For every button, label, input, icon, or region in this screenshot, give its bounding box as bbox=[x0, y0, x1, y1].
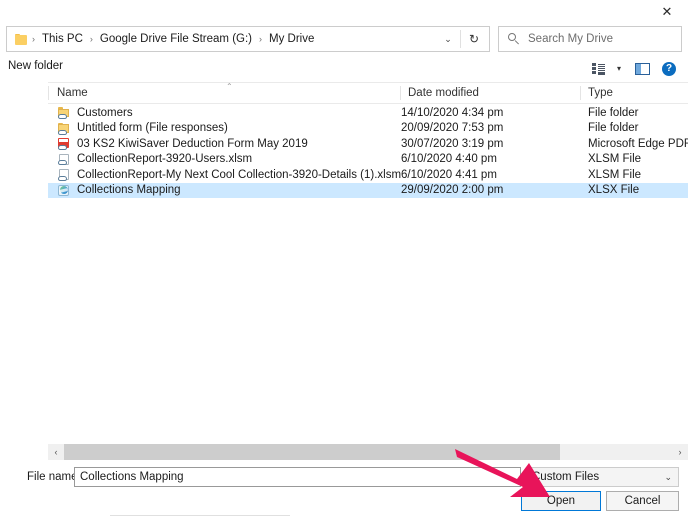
file-name-input[interactable]: Collections Mapping bbox=[74, 467, 521, 487]
scroll-left-icon[interactable]: ‹ bbox=[48, 444, 64, 460]
scroll-right-icon[interactable]: › bbox=[672, 444, 688, 460]
file-type-cell: Microsoft Edge PDF Do bbox=[588, 138, 688, 150]
table-row[interactable]: Customers 14/10/2020 4:34 pm File folder bbox=[48, 105, 688, 121]
list-view-icon bbox=[592, 63, 605, 74]
file-type-cell: File folder bbox=[588, 107, 688, 119]
breadcrumb-item-my-drive[interactable]: My Drive bbox=[267, 33, 316, 45]
help-icon: ? bbox=[662, 62, 676, 76]
preview-pane-icon bbox=[635, 63, 650, 75]
file-name-cell[interactable]: 03 KS2 KiwiSaver Deduction Form May 2019 bbox=[57, 137, 308, 150]
file-date-cell: 30/07/2020 3:19 pm bbox=[401, 138, 503, 150]
file-type-cell: XLSM File bbox=[588, 169, 688, 181]
search-input[interactable]: Search My Drive bbox=[498, 26, 682, 52]
xlsm-file-icon bbox=[57, 168, 70, 181]
file-name-cell[interactable]: CollectionReport-My Next Cool Collection… bbox=[57, 168, 401, 181]
dialog-titlebar: ✕ bbox=[0, 0, 688, 22]
column-divider bbox=[580, 86, 581, 100]
table-row[interactable]: Untitled form (File responses) 20/09/202… bbox=[48, 121, 688, 137]
cancel-button[interactable]: Cancel bbox=[606, 491, 679, 511]
file-name-label: Customers bbox=[77, 107, 133, 119]
table-row[interactable]: CollectionReport-3920-Users.xlsm 6/10/20… bbox=[48, 152, 688, 168]
chevron-down-icon: ▾ bbox=[617, 64, 621, 73]
folder-icon bbox=[57, 122, 70, 135]
file-date-cell: 14/10/2020 4:34 pm bbox=[401, 107, 503, 119]
file-name-cell[interactable]: Untitled form (File responses) bbox=[57, 122, 228, 135]
column-divider bbox=[48, 86, 49, 100]
open-file-dialog: ✕ › This PC › Google Drive File Stream (… bbox=[0, 0, 688, 515]
breadcrumb-item-google-drive[interactable]: Google Drive File Stream (G:) bbox=[98, 33, 254, 45]
horizontal-scrollbar[interactable]: ‹ › bbox=[48, 444, 688, 460]
view-options-caret[interactable]: ▾ bbox=[612, 58, 626, 79]
breadcrumb-separator: › bbox=[254, 34, 267, 44]
breadcrumb[interactable]: › This PC › Google Drive File Stream (G:… bbox=[6, 26, 490, 52]
column-header-type[interactable]: Type bbox=[588, 83, 613, 103]
address-bar: › This PC › Google Drive File Stream (G:… bbox=[6, 26, 682, 52]
file-type-cell: XLSM File bbox=[588, 153, 688, 165]
xlsx-file-icon bbox=[57, 184, 70, 197]
file-date-cell: 29/09/2020 2:00 pm bbox=[401, 184, 503, 196]
file-name-label: 03 KS2 KiwiSaver Deduction Form May 2019 bbox=[77, 138, 308, 150]
preview-pane-button[interactable] bbox=[629, 58, 655, 79]
file-type-filter-value: Custom Files bbox=[532, 471, 599, 483]
pdf-file-icon bbox=[57, 137, 70, 150]
file-type-cell: XLSX File bbox=[588, 184, 688, 196]
file-name-label: CollectionReport-3920-Users.xlsm bbox=[77, 153, 252, 165]
search-placeholder: Search My Drive bbox=[528, 33, 613, 45]
screen: ess 📌 ds 📌 nts 📌 📌 Drive File 📌 tent pag… bbox=[0, 0, 688, 522]
breadcrumb-item-this-pc[interactable]: This PC bbox=[40, 33, 85, 45]
column-divider bbox=[400, 86, 401, 100]
file-name-label: Collections Mapping bbox=[77, 184, 181, 196]
file-name-cell[interactable]: CollectionReport-3920-Users.xlsm bbox=[57, 153, 252, 166]
file-date-cell: 20/09/2020 7:53 pm bbox=[401, 122, 503, 134]
column-headers: Name ⌃ Date modified Type bbox=[48, 83, 688, 103]
file-date-cell: 6/10/2020 4:40 pm bbox=[401, 153, 497, 165]
new-folder-button[interactable]: New folder bbox=[8, 60, 63, 72]
view-controls: ▾ ? bbox=[587, 58, 680, 79]
table-row-selected[interactable]: Collections Mapping 29/09/2020 2:00 pm X… bbox=[48, 183, 688, 199]
help-button[interactable]: ? bbox=[658, 58, 680, 79]
file-name-label: CollectionReport-My Next Cool Collection… bbox=[77, 169, 401, 181]
chevron-down-icon: ⌄ bbox=[664, 472, 672, 483]
dialog-footer: File name: Collections Mapping Custom Fi… bbox=[0, 461, 688, 515]
file-type-filter-select[interactable]: Custom Files ⌄ bbox=[526, 467, 679, 487]
file-name-cell[interactable]: Collections Mapping bbox=[57, 184, 181, 197]
file-date-cell: 6/10/2020 4:41 pm bbox=[401, 169, 497, 181]
folder-icon bbox=[15, 34, 27, 45]
xlsm-file-icon bbox=[57, 153, 70, 166]
command-bar: New folder ▾ ? bbox=[0, 56, 688, 82]
table-row[interactable]: 03 KS2 KiwiSaver Deduction Form May 2019… bbox=[48, 136, 688, 152]
file-list[interactable]: Customers 14/10/2020 4:34 pm File folder… bbox=[48, 105, 688, 444]
close-icon[interactable]: ✕ bbox=[654, 1, 680, 21]
scrollbar-thumb[interactable] bbox=[64, 444, 560, 460]
refresh-icon[interactable]: ↻ bbox=[461, 27, 487, 51]
folder-icon bbox=[57, 106, 70, 119]
file-name-label: Untitled form (File responses) bbox=[77, 122, 228, 134]
column-header-name[interactable]: Name bbox=[57, 83, 88, 103]
breadcrumb-separator: › bbox=[27, 34, 40, 44]
search-icon bbox=[508, 33, 521, 46]
header-divider bbox=[48, 103, 688, 104]
file-name-cell[interactable]: Customers bbox=[57, 106, 133, 119]
file-type-cell: File folder bbox=[588, 122, 688, 134]
column-header-date-modified[interactable]: Date modified bbox=[408, 83, 479, 103]
breadcrumb-separator: › bbox=[85, 34, 98, 44]
view-options-button[interactable] bbox=[587, 58, 609, 79]
table-row[interactable]: CollectionReport-My Next Cool Collection… bbox=[48, 167, 688, 183]
open-button[interactable]: Open bbox=[521, 491, 601, 511]
chevron-down-icon[interactable]: ⌄ bbox=[437, 27, 459, 51]
background-bottom-marker bbox=[409, 515, 425, 522]
sort-ascending-icon: ⌃ bbox=[226, 82, 233, 91]
file-name-label-static: File name: bbox=[27, 471, 81, 483]
